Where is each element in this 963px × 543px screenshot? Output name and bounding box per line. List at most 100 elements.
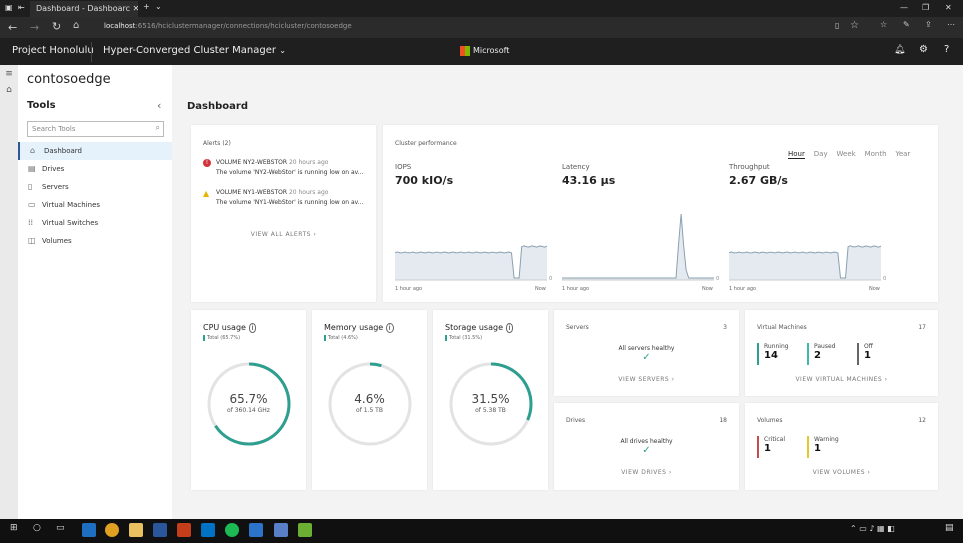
view-vms-link[interactable]: VIEW VIRTUAL MACHINES › [745, 376, 938, 383]
action-center-icon[interactable]: ▤ [945, 523, 954, 533]
chevron-down-icon: ⌄ [279, 46, 286, 55]
favorite-star-icon[interactable]: ☆ [850, 20, 859, 31]
back-icon[interactable]: ← [8, 21, 17, 34]
sidebar-item-volumes[interactable]: ◫ Volumes [18, 232, 172, 250]
view-all-alerts-link[interactable]: VIEW ALL ALERTS › [191, 231, 376, 238]
drives-status: All drives healthy [620, 438, 673, 445]
tools-title: Tools [27, 100, 56, 111]
view-drives-link[interactable]: VIEW DRIVES › [554, 469, 739, 476]
sidebar-item-drives[interactable]: ▤ Drives [18, 160, 172, 178]
hamburger-menu-icon[interactable]: ≡ [0, 69, 18, 79]
forward-icon[interactable]: → [30, 21, 39, 34]
notes-icon[interactable]: ✎ [903, 20, 910, 29]
vms-count: 17 [918, 324, 926, 331]
usage-capacity: of 1.5 TB [356, 407, 383, 414]
app-taskbar-icon[interactable] [274, 523, 288, 537]
minimize-icon[interactable]: — [900, 3, 908, 12]
refresh-icon[interactable]: ↻ [52, 20, 61, 33]
spotify-taskbar-icon[interactable] [225, 523, 239, 537]
performance-title: Cluster performance [395, 140, 457, 147]
metric-sparkline: 0 1 hour ago Now [729, 245, 886, 292]
settings-gear-icon[interactable]: ⚙ [919, 44, 928, 55]
product-name[interactable]: Project Honolulu [12, 45, 94, 56]
sparkline-area [395, 245, 547, 280]
home-icon[interactable]: ⌂ [73, 20, 79, 31]
file-explorer-taskbar-icon[interactable] [129, 523, 143, 537]
server-icon: ▯ [28, 182, 33, 191]
edge-taskbar-icon[interactable] [82, 523, 96, 537]
tab-title: Dashboard - Dashboarc [36, 4, 131, 13]
set-aside-tabs-icon[interactable]: ⇤ [18, 3, 25, 12]
usage-legend: Total (65.7%) [203, 335, 240, 341]
tools-sidebar: Tools ‹ Search Tools ⌕ ⌂ Dashboard ▤ Drives… [18, 65, 172, 519]
stat-off[interactable]: Off 1 [857, 343, 873, 365]
metric-label: Throughput [729, 163, 770, 171]
home-icon[interactable]: ⌂ [0, 85, 18, 95]
solution-switcher[interactable]: Hyper-Converged Cluster Manager ⌄ [103, 45, 286, 56]
favorites-icon[interactable]: ☆ [880, 20, 887, 29]
usage-card: CPU usage i Total (65.7%) 65.7% of 360.1… [191, 310, 306, 490]
close-window-icon[interactable]: ✕ [945, 3, 952, 12]
collapse-chevron-icon[interactable]: ‹ [157, 99, 161, 112]
sidebar-item-dashboard[interactable]: ⌂ Dashboard [18, 142, 172, 160]
stat-running[interactable]: Running 14 [757, 343, 789, 365]
powerpoint-taskbar-icon[interactable] [177, 523, 191, 537]
task-view-icon[interactable]: ▭ [56, 523, 65, 533]
tab-actions-icon[interactable]: ▣ [5, 3, 13, 12]
more-icon[interactable]: ⋯ [947, 20, 955, 29]
system-tray-icons[interactable]: ⌃ ▭ ♪ ▦ ◧ [850, 524, 895, 533]
axis-zero: 0 [549, 276, 552, 282]
tab-year[interactable]: Year [895, 150, 910, 158]
servers-title: Servers [566, 324, 589, 331]
help-icon[interactable]: ? [944, 44, 949, 55]
start-windows-icon[interactable]: ⊞ [10, 523, 18, 533]
word-taskbar-icon[interactable] [153, 523, 167, 537]
windows-taskbar: ⊞ ○ ▭ ⌃ ▭ ♪ ▦ ◧ ▤ [0, 519, 963, 543]
view-servers-link[interactable]: VIEW SERVERS › [554, 376, 739, 383]
info-icon[interactable]: i [248, 323, 257, 333]
sidebar-item-virtual-machines[interactable]: ▭ Virtual Machines [18, 196, 172, 214]
tab-month[interactable]: Month [865, 150, 887, 158]
drive-icon: ▤ [28, 164, 36, 173]
browser-tab-bar: ▣ ⇤ Dashboard - Dashboarc ✕ + ⌄ — ❐ ✕ [0, 0, 963, 17]
usage-card: Memory usage i Total (4.6%) 4.6% of 1.5 … [312, 310, 427, 490]
close-tab-icon[interactable]: ✕ [133, 4, 138, 13]
tab-list-chevron-icon[interactable]: ⌄ [155, 2, 162, 11]
cortana-icon[interactable]: ○ [33, 523, 41, 533]
notifications-bell-icon[interactable]: 🔔︎ [894, 45, 905, 55]
share-icon[interactable]: ⇪ [925, 20, 932, 29]
info-icon[interactable]: i [385, 323, 394, 333]
usage-title: CPU usage i [203, 323, 257, 333]
view-volumes-link[interactable]: VIEW VOLUMES › [745, 469, 938, 476]
stat-paused[interactable]: Paused 2 [807, 343, 835, 365]
usage-legend: Total (31.5%) [445, 335, 482, 341]
home-icon: ⌂ [30, 146, 36, 155]
servers-count: 3 [723, 324, 727, 331]
alerts-card: Alerts (2) ! VOLUME NY2-WEBSTOR 20 hours… [191, 125, 376, 302]
outlook-taskbar-icon[interactable] [201, 523, 215, 537]
sidebar-item-virtual-switches[interactable]: ⁞⁞ Virtual Switches [18, 214, 172, 232]
app-header: Project Honolulu Hyper-Converged Cluster… [0, 38, 963, 65]
volumes-title: Volumes [757, 417, 783, 424]
search-tools-input[interactable]: Search Tools ⌕ [27, 121, 164, 137]
left-rail: ≡ ⌂ [0, 65, 18, 519]
axis-start: 1 hour ago [729, 286, 756, 292]
info-icon[interactable]: i [505, 323, 514, 333]
tab-day[interactable]: Day [814, 150, 828, 158]
app-taskbar-icon[interactable] [249, 523, 263, 537]
tab-week[interactable]: Week [837, 150, 856, 158]
chrome-taskbar-icon[interactable] [105, 523, 119, 537]
reading-view-icon[interactable]: ▯ [835, 21, 839, 30]
app-taskbar-icon[interactable] [298, 523, 312, 537]
stat-warning[interactable]: Warning 1 [807, 436, 839, 458]
new-tab-icon[interactable]: + [143, 2, 150, 11]
maximize-icon[interactable]: ❐ [922, 3, 929, 12]
tab-hour[interactable]: Hour [788, 150, 805, 159]
sidebar-item-servers[interactable]: ▯ Servers [18, 178, 172, 196]
header-divider [91, 42, 92, 62]
brand-name: Microsoft [473, 46, 510, 55]
switch-icon: ⁞⁞ [28, 218, 34, 227]
stat-critical[interactable]: Critical 1 [757, 436, 785, 458]
url-input[interactable]: localhost:6516/hciclustermanager/connect… [98, 20, 828, 35]
browser-tab[interactable]: Dashboard - Dashboarc ✕ [30, 1, 138, 17]
